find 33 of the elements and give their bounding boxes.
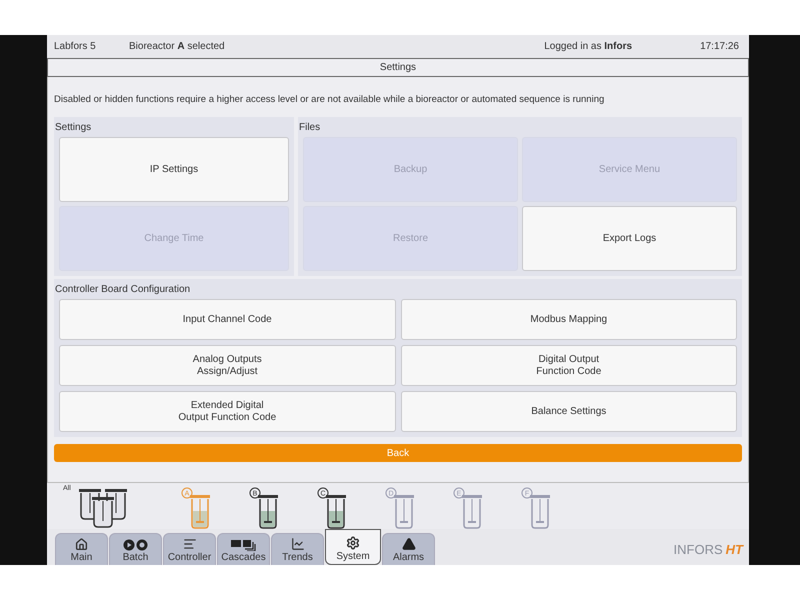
configuration-button[interactable]: Modbus Mapping [400,299,737,340]
nav-tab[interactable]: Alarms [382,533,435,565]
configuration-button[interactable]: Balance Settings [400,391,737,432]
home-icon [75,538,88,551]
bioreactor-selection: Bioreactor A selected [129,41,225,52]
nav-tab[interactable]: System [325,529,381,565]
nav-tab[interactable]: Main [55,533,108,565]
section-heading: Controller Board Configuration [55,282,192,296]
access-notice: Disabled or hidden functions require a higher access level or are not available while a bioreactor or automated sequence is running [54,93,606,107]
nav-tab[interactable]: Controller [163,533,216,565]
nav-tab[interactable]: Trends [271,533,324,565]
configuration-button[interactable]: Extended Digital Output Function Code [59,391,396,432]
warning-icon [402,537,416,551]
logo-mark: HT [726,542,743,557]
login-status: Logged in as Infors [544,41,632,52]
cascade-windows-icon [230,539,256,551]
file-button[interactable]: Export Logs [522,206,737,271]
configuration-button[interactable]: Analog Outputs Assign/Adjust [59,345,396,386]
settings-icon [346,536,360,550]
section-heading: Settings [55,120,92,134]
settings-button[interactable]: IP Settings [59,137,289,202]
play-pause-icon [122,539,148,551]
nav-tab[interactable]: Cascades [217,533,270,565]
configuration-button[interactable]: Digital Output Function Code [400,345,737,386]
page-title: Settings [47,58,749,77]
configuration-button[interactable]: Input Channel Code [59,299,396,340]
nav-tab[interactable]: Batch [109,533,162,565]
device-name: Labfors 5 [54,41,97,52]
line-chart-icon [290,537,304,551]
logo-text: INFORS [674,542,723,557]
section-heading: Files [299,120,322,134]
clock-time: 17:17:26 [700,41,739,52]
bars-icon [182,537,196,551]
